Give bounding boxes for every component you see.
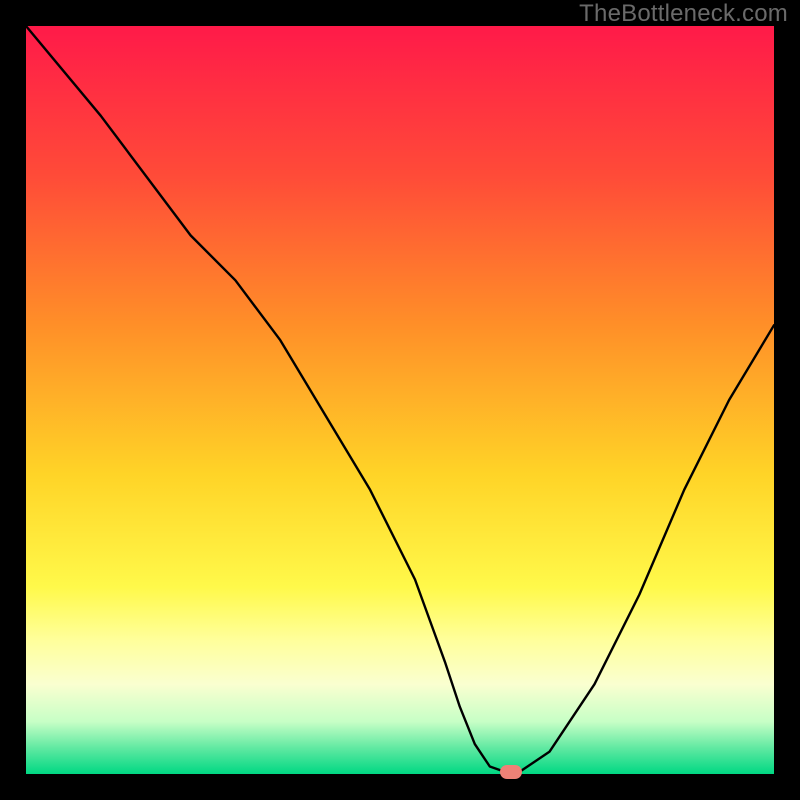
watermark-text: TheBottleneck.com — [579, 0, 788, 28]
optimal-point-marker — [500, 765, 522, 779]
chart-background — [26, 26, 774, 774]
chart-frame: TheBottleneck.com — [0, 0, 800, 800]
bottleneck-chart — [26, 26, 774, 774]
